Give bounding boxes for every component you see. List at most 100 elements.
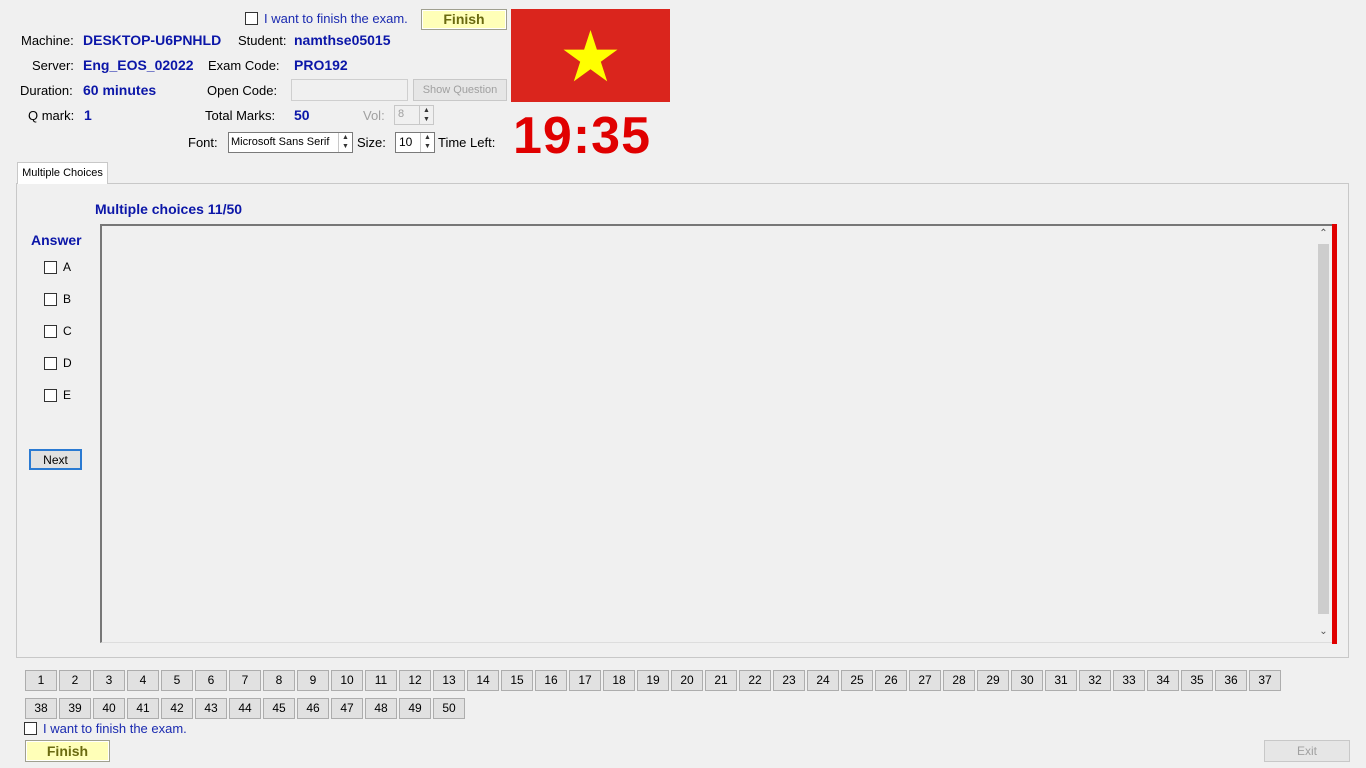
question-nav-button[interactable]: 1	[25, 670, 57, 691]
question-nav-button[interactable]: 21	[705, 670, 737, 691]
question-nav-button[interactable]: 38	[25, 698, 57, 719]
question-nav-button[interactable]: 18	[603, 670, 635, 691]
question-nav-button[interactable]: 12	[399, 670, 431, 691]
vol-stepper[interactable]: 8 ▲ ▼	[394, 105, 434, 125]
finish-exam-checkbox-top[interactable]: I want to finish the exam.	[245, 11, 408, 26]
question-nav-button[interactable]: 20	[671, 670, 703, 691]
finish-exam-checkbox-bottom[interactable]: I want to finish the exam.	[24, 721, 187, 736]
question-nav-button[interactable]: 36	[1215, 670, 1247, 691]
red-edge-bar	[1332, 224, 1337, 644]
question-nav-button[interactable]: 45	[263, 698, 295, 719]
answer-option-d[interactable]: D	[44, 356, 72, 370]
question-nav-button[interactable]: 30	[1011, 670, 1043, 691]
question-nav-button[interactable]: 8	[263, 670, 295, 691]
question-title: Multiple choices 11/50	[95, 201, 243, 217]
student-value: namthse05015	[294, 32, 391, 48]
scroll-down-arrow-icon[interactable]: ⌄	[1315, 626, 1332, 640]
question-nav-button[interactable]: 50	[433, 698, 465, 719]
question-nav-button[interactable]: 15	[501, 670, 533, 691]
question-nav-button[interactable]: 10	[331, 670, 363, 691]
question-nav-button[interactable]: 28	[943, 670, 975, 691]
question-nav-button[interactable]: 49	[399, 698, 431, 719]
next-button[interactable]: Next	[29, 449, 82, 470]
vertical-scrollbar[interactable]: ⌃ ⌄	[1315, 226, 1332, 642]
question-nav-button[interactable]: 35	[1181, 670, 1213, 691]
open-code-input[interactable]	[291, 79, 408, 101]
updown-arrows-icon[interactable]: ▲ ▼	[419, 106, 433, 124]
exam-code-label: Exam Code:	[208, 58, 280, 73]
question-nav-button[interactable]: 13	[433, 670, 465, 691]
question-nav-button[interactable]: 27	[909, 670, 941, 691]
answer-option-label: B	[63, 292, 72, 306]
checkbox-box[interactable]	[245, 12, 258, 25]
question-nav-button[interactable]: 41	[127, 698, 159, 719]
question-nav-button[interactable]: 2	[59, 670, 91, 691]
question-nav-button[interactable]: 48	[365, 698, 397, 719]
question-nav-button[interactable]: 29	[977, 670, 1009, 691]
tab-multiple-choices[interactable]: Multiple Choices	[17, 162, 108, 184]
question-nav-button[interactable]: 24	[807, 670, 839, 691]
font-selector[interactable]: Microsoft Sans Serif ▲ ▼	[228, 132, 353, 153]
answer-option-b[interactable]: B	[44, 292, 71, 306]
updown-arrows-icon[interactable]: ▲ ▼	[338, 133, 352, 152]
question-nav-button[interactable]: 43	[195, 698, 227, 719]
question-nav-button[interactable]: 46	[297, 698, 329, 719]
scroll-up-arrow-icon[interactable]: ⌃	[1315, 228, 1332, 242]
student-label: Student:	[238, 33, 287, 48]
vol-value: 8	[398, 108, 405, 120]
checkbox-box[interactable]	[44, 324, 57, 338]
answer-option-e[interactable]: E	[44, 388, 71, 402]
question-nav-button[interactable]: 14	[467, 670, 499, 691]
updown-arrows-icon[interactable]: ▲ ▼	[420, 133, 434, 152]
question-nav-button[interactable]: 31	[1045, 670, 1077, 691]
answer-option-c[interactable]: C	[44, 324, 72, 338]
question-nav-button[interactable]: 47	[331, 698, 363, 719]
question-nav-row-1: 1 2 3 4 5 6 7 8 9 10 11 12 13 14 15 16 1…	[25, 670, 1285, 692]
answer-option-label: C	[63, 324, 72, 338]
checkbox-box[interactable]	[44, 388, 57, 402]
question-nav-button[interactable]: 22	[739, 670, 771, 691]
finish-exam-check-label: I want to finish the exam.	[43, 721, 187, 736]
scroll-thumb[interactable]	[1318, 244, 1329, 614]
question-nav-button[interactable]: 9	[297, 670, 329, 691]
checkbox-box[interactable]	[44, 292, 57, 306]
duration-value: 60 minutes	[83, 82, 157, 98]
vietnam-flag-image	[511, 9, 670, 102]
finish-button-top[interactable]: Finish	[421, 9, 507, 30]
question-nav-button[interactable]: 6	[195, 670, 227, 691]
time-left-value: 19:35	[513, 107, 651, 165]
question-nav-button[interactable]: 11	[365, 670, 397, 691]
question-nav-button[interactable]: 5	[161, 670, 193, 691]
question-nav-button[interactable]: 3	[93, 670, 125, 691]
open-code-label: Open Code:	[207, 83, 278, 98]
question-nav-button[interactable]: 23	[773, 670, 805, 691]
star-icon	[563, 30, 618, 82]
question-nav-button[interactable]: 19	[637, 670, 669, 691]
show-question-button[interactable]: Show Question	[413, 79, 507, 101]
question-nav-button[interactable]: 40	[93, 698, 125, 719]
question-nav-button[interactable]: 39	[59, 698, 91, 719]
question-nav-button[interactable]: 34	[1147, 670, 1179, 691]
question-nav-button[interactable]: 44	[229, 698, 261, 719]
size-stepper[interactable]: 10 ▲ ▼	[395, 132, 435, 153]
question-nav-button[interactable]: 26	[875, 670, 907, 691]
checkbox-box[interactable]	[24, 722, 37, 735]
vol-label: Vol:	[363, 108, 385, 123]
answer-option-label: D	[63, 356, 72, 370]
checkbox-box[interactable]	[44, 260, 57, 274]
exit-button[interactable]: Exit	[1264, 740, 1350, 762]
question-nav-button[interactable]: 32	[1079, 670, 1111, 691]
checkbox-box[interactable]	[44, 356, 57, 370]
question-content-area[interactable]: ⌃ ⌄	[100, 224, 1332, 643]
question-nav-button[interactable]: 17	[569, 670, 601, 691]
finish-button-bottom[interactable]: Finish	[25, 740, 110, 762]
question-nav-button[interactable]: 25	[841, 670, 873, 691]
question-nav-button[interactable]: 37	[1249, 670, 1281, 691]
question-nav-button[interactable]: 33	[1113, 670, 1145, 691]
question-nav-button[interactable]: 4	[127, 670, 159, 691]
question-nav-button[interactable]: 42	[161, 698, 193, 719]
question-nav-button[interactable]: 7	[229, 670, 261, 691]
question-nav-button[interactable]: 16	[535, 670, 567, 691]
answer-option-a[interactable]: A	[44, 260, 71, 274]
machine-value: DESKTOP-U6PNHLD	[83, 32, 222, 48]
